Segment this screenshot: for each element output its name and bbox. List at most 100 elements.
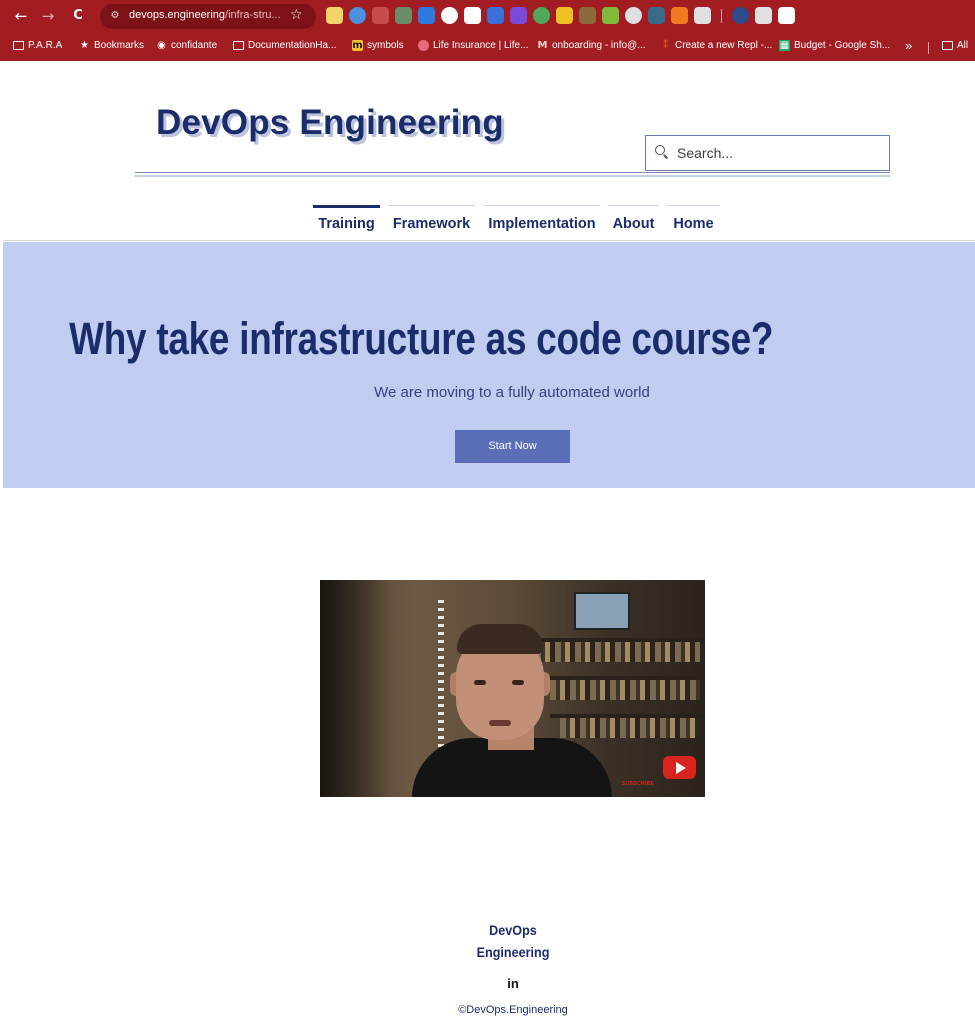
bookmark-label: onboarding - info@... <box>552 40 646 51</box>
bookmark-documentation[interactable]: DocumentationHa... <box>233 40 336 51</box>
forward-icon[interactable]: → <box>38 6 58 26</box>
hero-subtitle: We are moving to a fully automated world <box>374 384 650 401</box>
browser-toolbar: ← → C ⚙ devops.engineering/infra-stru...… <box>0 0 975 33</box>
search-box[interactable] <box>645 135 890 171</box>
reload-icon[interactable]: C <box>68 6 88 26</box>
address-text: devops.engineering/infra-stru... <box>129 9 281 21</box>
bookmark-label: DocumentationHa... <box>248 40 337 51</box>
bookmark-label: P.A.R.A <box>28 40 63 51</box>
bookmark-label: symbols <box>367 40 404 51</box>
hero-section: Why take infrastructure as code course? … <box>3 242 975 488</box>
bookmarks-divider <box>928 42 929 54</box>
nav-framework[interactable]: Framework <box>388 205 475 239</box>
bookmark-label: Create a new Repl -... <box>675 40 773 51</box>
bookmarks-bar: P.A.R.A ★ Bookmarks ◉ confidante Documenta… <box>0 33 975 61</box>
folder-icon <box>13 41 24 50</box>
header-divider <box>135 172 890 173</box>
footer-brand-line2: Engineering <box>476 944 550 960</box>
extension-icon[interactable] <box>778 7 795 24</box>
bookmark-label: Life Insurance | Life... <box>433 40 529 51</box>
extension-icon[interactable] <box>556 7 573 24</box>
footer-brand: DevOps Engineering <box>464 919 563 963</box>
bookmark-label: Bookmarks <box>94 40 145 51</box>
bookmarks-overflow-button[interactable]: » <box>905 38 912 53</box>
video-person-hair <box>457 624 543 654</box>
video-shelf-items <box>560 718 700 738</box>
nav-implementation[interactable]: Implementation <box>484 205 600 239</box>
footer-brand-line1: DevOps <box>489 922 537 938</box>
footer-copyright: ©DevOps.Engineering <box>458 1004 568 1016</box>
bookmark-label: confidante <box>171 40 218 51</box>
bookmark-confidante[interactable]: ◉ confidante <box>156 40 217 51</box>
folder-icon <box>233 41 244 50</box>
all-bookmarks[interactable]: All <box>942 40 968 51</box>
folder-icon <box>942 41 953 50</box>
extension-icon[interactable] <box>510 7 527 24</box>
video-shelf-items <box>535 642 700 662</box>
web-page: DevOps Engineering Training Framework Im… <box>3 62 975 1023</box>
nav-training[interactable]: Training <box>313 205 380 239</box>
bookmark-life-insurance[interactable]: Life Insurance | Life... <box>418 40 528 51</box>
video-shadow <box>320 580 390 797</box>
linkedin-icon[interactable]: in <box>504 976 522 992</box>
site-info-icon[interactable]: ⚙ <box>108 9 122 23</box>
bookmark-star-icon[interactable]: ☆ <box>290 7 303 23</box>
replit-icon: ⁑ <box>663 40 668 51</box>
extension-icon[interactable] <box>464 7 481 24</box>
bookmark-para[interactable]: P.A.R.A <box>13 40 62 51</box>
extension-icon[interactable] <box>625 7 642 24</box>
extensions-divider <box>721 9 722 23</box>
extension-icon[interactable] <box>533 7 550 24</box>
sheets-icon: ▦ <box>779 40 790 51</box>
back-icon[interactable]: ← <box>11 6 31 26</box>
extension-icon[interactable] <box>579 7 596 24</box>
extension-icon[interactable] <box>395 7 412 24</box>
bookmark-symbols[interactable]: m symbols <box>352 40 404 51</box>
bookmark-bookmarks[interactable]: ★ Bookmarks <box>79 40 144 51</box>
address-path: /infra-stru... <box>225 9 281 21</box>
hero-title: Why take infrastructure as code course? <box>69 313 774 364</box>
extension-icon[interactable] <box>326 7 343 24</box>
nav-about[interactable]: About <box>608 205 659 239</box>
video-person-mouth <box>489 720 511 726</box>
video-person-eye <box>512 680 524 685</box>
extension-icon[interactable] <box>648 7 665 24</box>
bookmark-replit[interactable]: ⁑ Create a new Repl -... <box>660 40 772 51</box>
star-icon: ★ <box>80 40 89 51</box>
site-title[interactable]: DevOps Engineering <box>156 103 504 143</box>
extension-icon[interactable] <box>372 7 389 24</box>
extension-icon[interactable] <box>487 7 504 24</box>
video-shelf-items <box>550 680 700 700</box>
globe-icon: ◉ <box>157 40 166 51</box>
address-host: devops.engineering <box>129 9 226 21</box>
video-monitor <box>574 592 630 630</box>
video-person-eye <box>474 680 486 685</box>
nav-home[interactable]: Home <box>667 205 720 239</box>
extensions-bar <box>326 6 795 26</box>
video-subscribe-text: SUBSCRIBE <box>622 781 655 787</box>
video-player[interactable]: SUBSCRIBE <box>320 580 705 797</box>
extension-icon[interactable] <box>349 7 366 24</box>
address-bar[interactable]: ⚙ devops.engineering/infra-stru... ☆ <box>100 4 316 29</box>
extension-icon[interactable] <box>418 7 435 24</box>
site-icon <box>418 40 429 51</box>
gmail-icon: M <box>537 40 548 51</box>
extension-icon[interactable] <box>732 7 749 24</box>
extension-icon[interactable] <box>694 7 711 24</box>
miro-icon: m <box>352 40 363 51</box>
start-now-button[interactable]: Start Now <box>455 430 570 463</box>
extension-icon[interactable] <box>441 7 458 24</box>
bookmark-budget[interactable]: ▦ Budget - Google Sh... <box>779 40 890 51</box>
youtube-play-icon[interactable] <box>663 756 696 779</box>
search-input[interactable] <box>677 143 877 163</box>
nav-divider <box>3 240 975 241</box>
all-bookmarks-label: All <box>957 40 969 51</box>
header-divider-accent <box>135 175 890 177</box>
extension-icon[interactable] <box>602 7 619 24</box>
bookmark-onboarding[interactable]: Monboarding - info@... <box>537 40 646 51</box>
extension-icon[interactable] <box>755 7 772 24</box>
play-triangle-icon <box>676 762 686 774</box>
search-icon <box>655 145 669 159</box>
extension-icon[interactable] <box>671 7 688 24</box>
bookmark-label: Budget - Google Sh... <box>794 40 891 51</box>
